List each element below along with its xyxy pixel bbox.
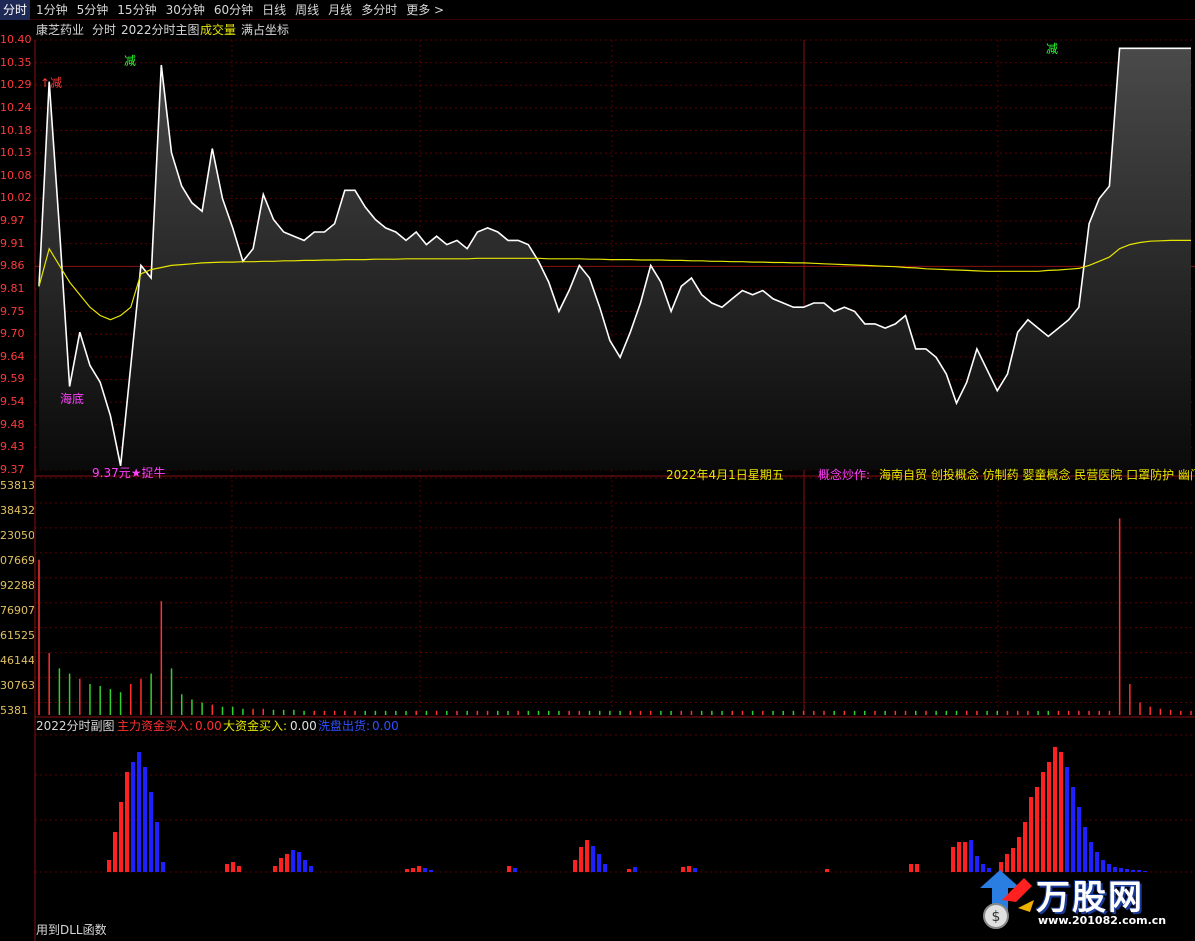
footer-text: 用到DLL函数 [36, 923, 107, 937]
fund-flow-bar [963, 842, 967, 872]
volume-tick: 30763 [0, 679, 34, 692]
fund-flow-bar [951, 847, 955, 872]
fund-flow-bar [303, 860, 307, 872]
fund-flow-bar [309, 866, 313, 872]
price-tick: 10.35 [0, 56, 32, 69]
price-tick: 9.48 [0, 418, 25, 431]
price-tick: 9.70 [0, 328, 25, 341]
main-force-label: 主力资金买入: [117, 719, 194, 733]
volume-tick: 53813 [0, 480, 34, 492]
fund-flow-bar [119, 802, 123, 872]
price-tick: 9.75 [0, 305, 25, 318]
wangu-logo: $ 万股网 www.201082.com.cn [972, 860, 1172, 938]
fund-flow-bar [237, 866, 241, 872]
fund-flow-bar [633, 867, 637, 872]
fund-flow-bar [825, 869, 829, 872]
price-tick: 9.91 [0, 237, 25, 250]
fund-flow-bar [231, 862, 235, 872]
price-tick: 10.24 [0, 101, 32, 114]
fund-flow-bar [107, 860, 111, 872]
price-tick: 9.86 [0, 260, 25, 273]
large-fund-value: 0.00 [290, 719, 317, 733]
logo-name: 万股网 [1036, 878, 1144, 918]
fund-flow-bar [423, 868, 427, 872]
fund-flow-bar [573, 860, 577, 872]
price-tick: 9.81 [0, 282, 25, 295]
fund-flow-bar [603, 864, 607, 872]
price-tick: 9.37 [0, 464, 25, 476]
fund-flow-bar [113, 832, 117, 872]
fund-flow-bar [149, 792, 153, 872]
fund-flow-bar [1065, 767, 1069, 872]
concept-label: 概念炒作: [818, 468, 871, 482]
fund-flow-bar [137, 752, 141, 872]
low-price-label: 9.37元★捉牛 [92, 466, 166, 480]
fund-flow-bar [291, 850, 295, 872]
fund-flow-bar [915, 864, 919, 872]
fund-flow-bar [597, 854, 601, 872]
volume-tick: 38432 [0, 504, 34, 517]
wash-value: 0.00 [372, 719, 399, 733]
fund-flow-bar [1053, 747, 1057, 872]
high-signal-label: ↑减 [40, 76, 63, 90]
fund-flow-bar [1047, 762, 1051, 872]
price-tick: 9.43 [0, 441, 25, 454]
fund-flow-bar [513, 868, 517, 872]
close-peak-signal-label: 减 [1046, 42, 1059, 56]
fund-flow-bar [285, 854, 289, 872]
price-tick: 10.18 [0, 124, 32, 137]
volume-tick: 23050 [0, 529, 34, 542]
sub-panel-title: 2022分时副图 [36, 719, 115, 733]
fund-flow-bar [1041, 772, 1045, 872]
volume-tick: 07669 [0, 554, 34, 567]
fund-flow-bar [591, 846, 595, 872]
fund-flow-bar [279, 858, 283, 872]
wash-label: 洗盘出货: [318, 719, 371, 733]
fund-flow-bar [405, 869, 409, 872]
large-fund-label: 大资金买入: [223, 719, 288, 733]
price-tick: 10.08 [0, 169, 32, 182]
fund-flow-bar [687, 866, 691, 872]
fund-flow-bar [143, 767, 147, 872]
fund-flow-bar [693, 868, 697, 872]
fund-flow-bar [125, 772, 129, 872]
fund-flow-bar [417, 866, 421, 872]
volume-tick: 92288 [0, 579, 34, 592]
price-tick: 9.54 [0, 396, 25, 409]
fund-flow-bar [627, 869, 631, 872]
price-tick: 10.29 [0, 79, 32, 92]
price-tick: 10.02 [0, 192, 32, 205]
fund-flow-bar [957, 842, 961, 872]
price-tick: 9.64 [0, 350, 25, 363]
main-force-value: 0.00 [195, 719, 222, 733]
fund-flow-bar [579, 847, 583, 872]
fund-flow-bar [909, 864, 913, 872]
bottom-signal-label: 海底 [60, 392, 85, 406]
volume-tick: 46144 [0, 654, 34, 667]
concept-list: 海南自贸 创投概念 仿制药 婴童概念 民营医院 口罩防护 幽门 [879, 468, 1195, 482]
volume-tick: 5381 [0, 704, 28, 717]
fund-flow-bar [1059, 752, 1063, 872]
date-label: 2022年4月1日星期五 [666, 468, 784, 482]
logo-url: www.201082.com.cn [1038, 914, 1167, 927]
svg-text:$: $ [992, 909, 1001, 925]
fund-flow-bar [131, 762, 135, 872]
price-tick: 9.59 [0, 373, 25, 386]
peak-signal-label: 减 [124, 54, 137, 68]
volume-tick: 76907 [0, 604, 34, 617]
fund-flow-bar [411, 868, 415, 872]
fund-flow-bar [161, 862, 165, 872]
fund-flow-bar [585, 840, 589, 872]
fund-flow-bar [155, 822, 159, 872]
fund-flow-bar [225, 864, 229, 872]
fund-flow-bar [507, 866, 511, 872]
volume-tick: 61525 [0, 629, 34, 642]
price-tick: 10.40 [0, 34, 32, 46]
price-tick: 10.13 [0, 147, 32, 160]
fund-flow-bar [273, 866, 277, 872]
fund-flow-bar [429, 870, 433, 872]
fund-flow-bar [681, 867, 685, 872]
price-tick: 9.97 [0, 215, 25, 228]
fund-flow-bar [297, 852, 301, 872]
